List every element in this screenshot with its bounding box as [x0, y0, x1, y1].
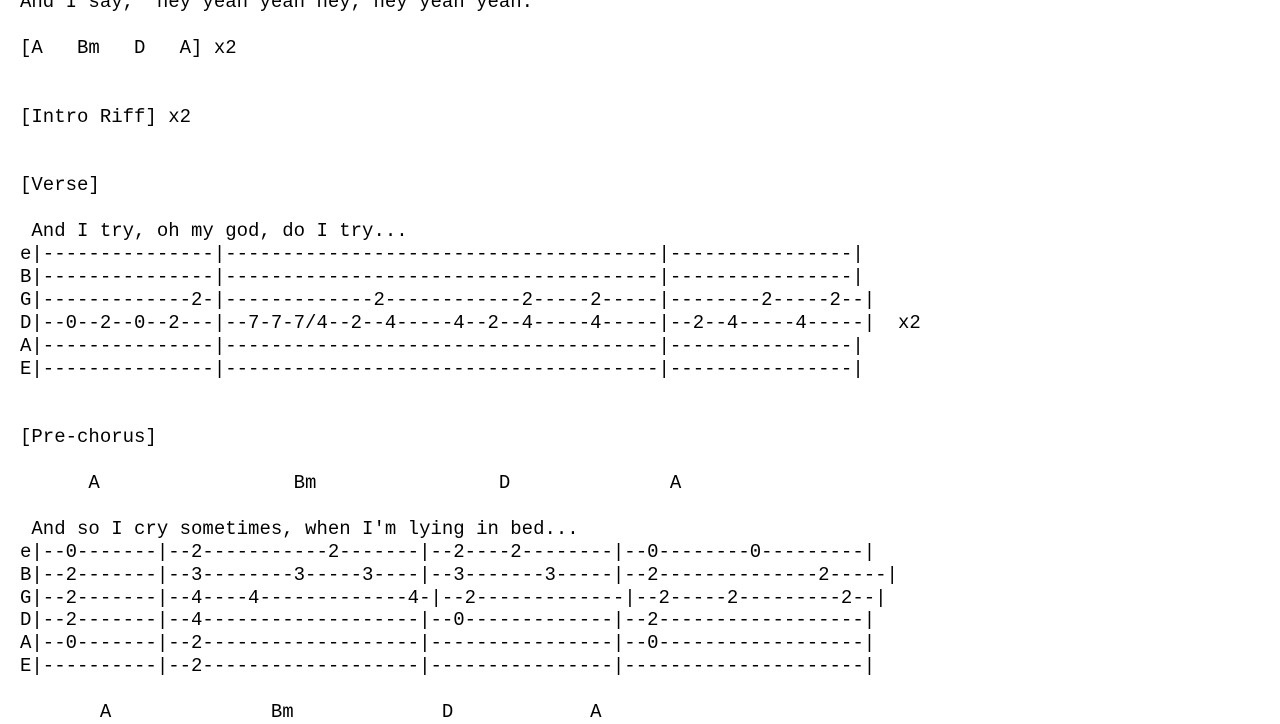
tab-sheet: And I say, "hey yeah yeah hey, hey yeah …	[0, 0, 1280, 723]
tab-content: And I say, "hey yeah yeah hey, hey yeah …	[20, 0, 921, 724]
tab-text-block: And I say, "hey yeah yeah hey, hey yeah …	[20, 0, 921, 724]
